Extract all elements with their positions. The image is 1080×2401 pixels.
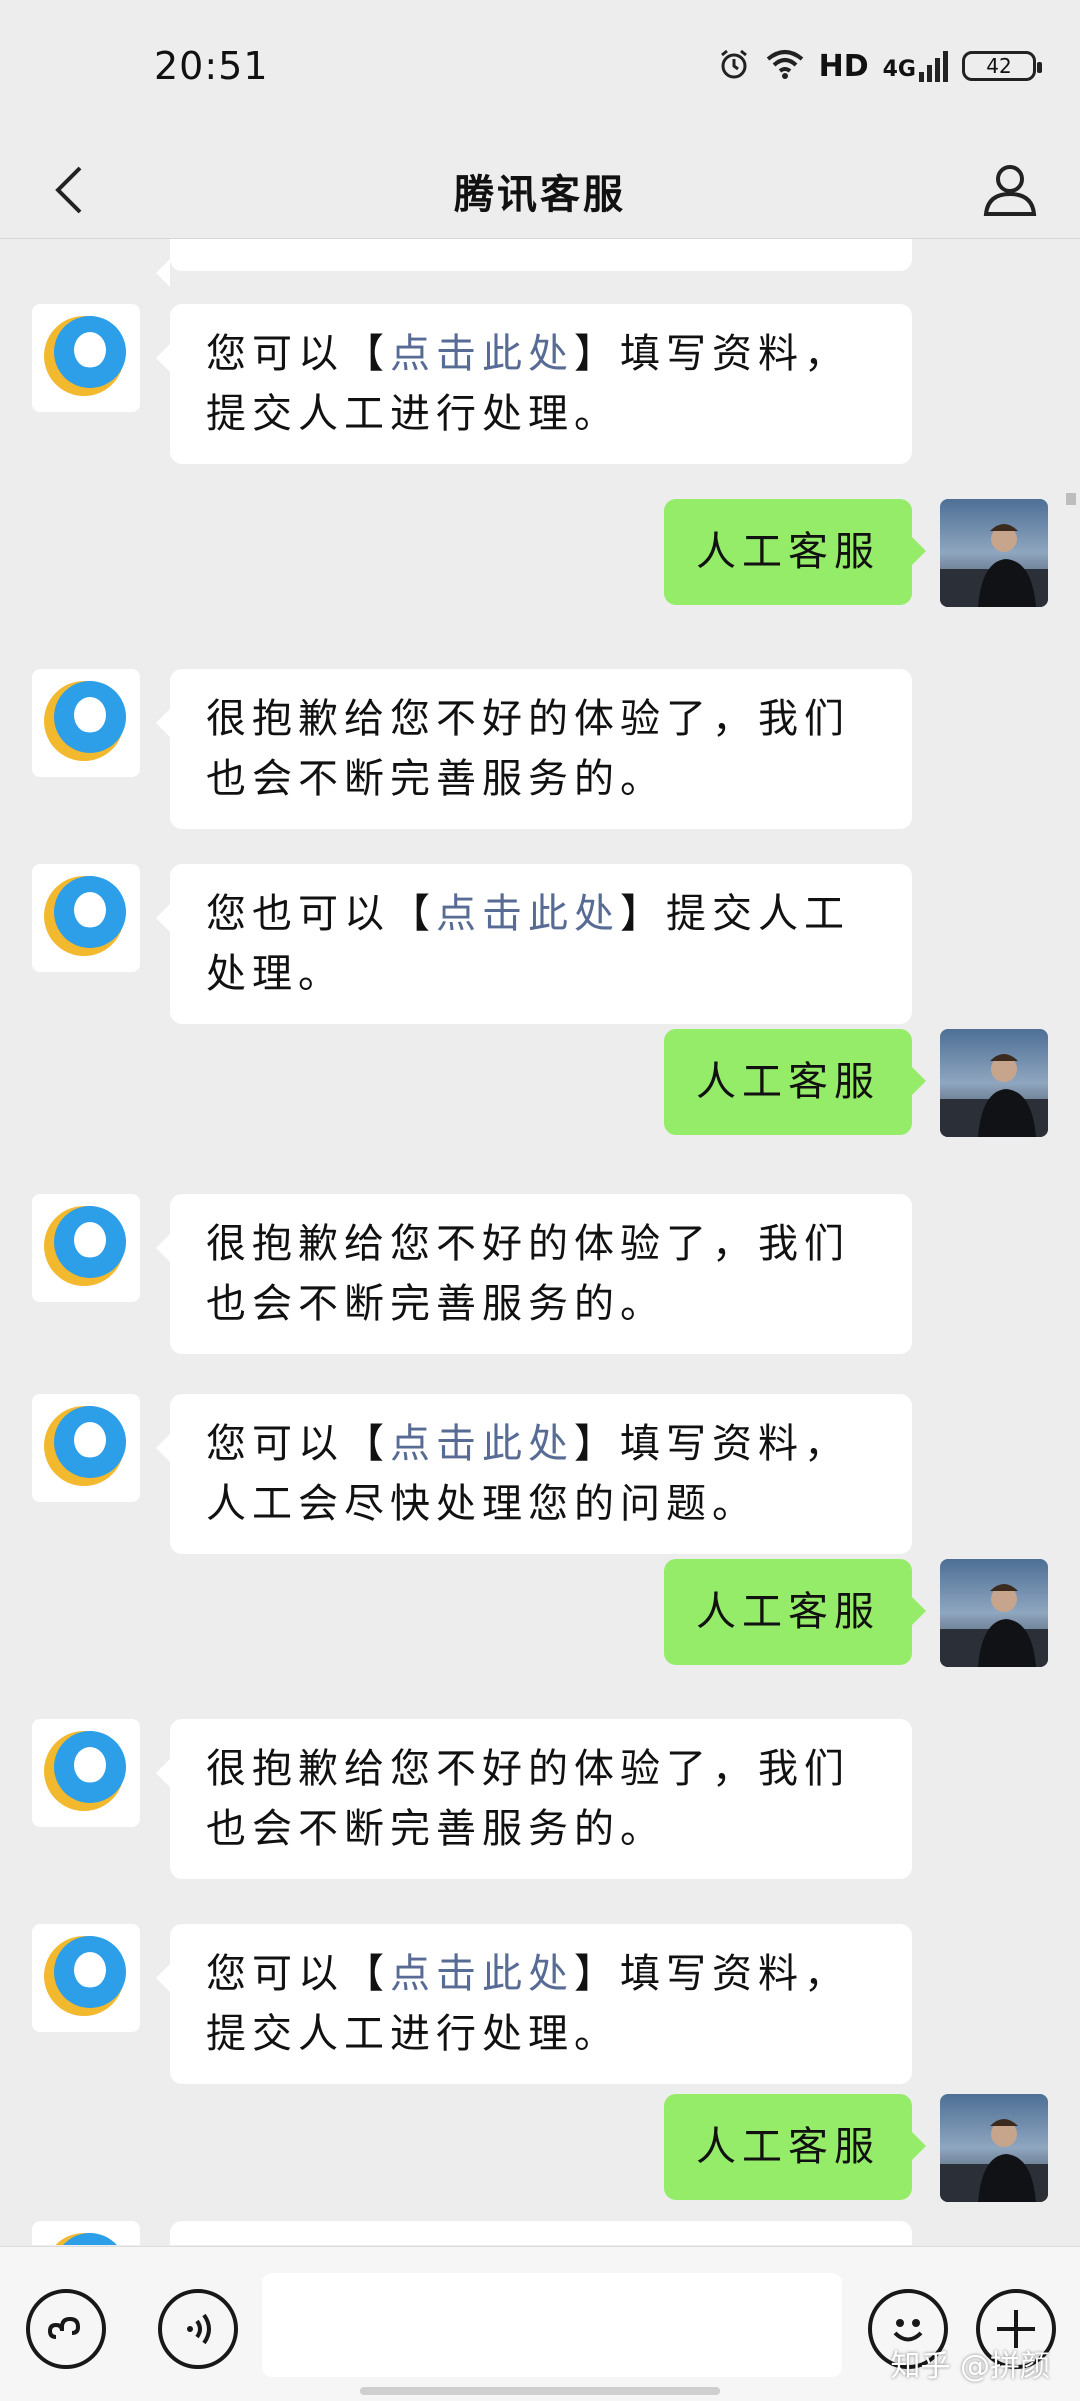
qq-service-icon xyxy=(44,681,126,761)
message-bubble-received[interactable]: 您也可以【点击此处】提交人工处理。 xyxy=(156,864,912,1024)
user-photo-icon xyxy=(940,2094,1048,2202)
bot-avatar[interactable] xyxy=(32,2221,140,2245)
signal-label: 4G xyxy=(882,57,916,82)
user-avatar[interactable] xyxy=(940,1029,1048,1137)
bot-avatar[interactable] xyxy=(32,1394,140,1502)
qq-service-icon xyxy=(44,1731,126,1811)
qq-service-icon xyxy=(44,876,126,956)
message-text: 很抱歉给您不好的体验了，我们也会不断完善服务的。 xyxy=(206,696,850,802)
click-here-link[interactable]: 点击此处 xyxy=(436,891,620,937)
battery-level: 42 xyxy=(986,54,1012,78)
status-time: 20:51 xyxy=(154,44,269,88)
click-here-link[interactable]: 点击此处 xyxy=(390,331,574,377)
click-here-link[interactable]: 点击此处 xyxy=(390,1421,574,1467)
qq-service-icon xyxy=(44,316,126,396)
user-profile-icon xyxy=(983,165,1037,216)
qq-service-icon xyxy=(44,1936,126,2016)
click-here-link[interactable]: 点击此处 xyxy=(390,1951,574,1997)
message-text: 您可以【 xyxy=(206,1951,390,1997)
message-text: 您可以【 xyxy=(206,1421,390,1467)
bot-avatar[interactable] xyxy=(32,1924,140,2032)
user-avatar[interactable] xyxy=(940,2094,1048,2202)
home-indicator[interactable] xyxy=(360,2387,720,2395)
page-title: 腾讯客服 xyxy=(454,172,626,218)
message-bubble-sent[interactable]: 人工客服 xyxy=(664,1029,926,1135)
message-bubble-sent[interactable]: 人工客服 xyxy=(664,2094,926,2200)
user-avatar[interactable] xyxy=(940,499,1048,607)
mini-program-icon xyxy=(47,2316,81,2339)
message-bubble-sent[interactable]: 人工客服 xyxy=(664,499,926,605)
user-photo-icon xyxy=(940,1029,1048,1137)
battery-icon: 42 xyxy=(962,51,1042,81)
watermark: 知乎 @拼颜 xyxy=(890,2349,1050,2384)
alarm-icon xyxy=(717,47,751,85)
message-bubble-received[interactable]: 很抱歉给您不好的体验了，我们也会不断完善服务的。 xyxy=(156,1194,912,1354)
bot-avatar[interactable] xyxy=(32,669,140,777)
bot-avatar[interactable] xyxy=(32,864,140,972)
message-bubble-sent[interactable]: 人工客服 xyxy=(664,1559,926,1665)
message-bubble-partial xyxy=(156,239,912,287)
network-type: HD xyxy=(818,48,869,84)
profile-button[interactable] xyxy=(970,150,1050,230)
bot-avatar[interactable] xyxy=(32,1719,140,1827)
message-bubble-received[interactable]: 很抱歉给您不好的体验了，我们也会不断完善服务的。 xyxy=(156,1719,912,1879)
voice-button[interactable] xyxy=(158,2289,238,2369)
user-avatar[interactable] xyxy=(940,1559,1048,1667)
wifi-icon xyxy=(765,48,805,84)
message-text: 您可以【 xyxy=(206,331,390,377)
chat-area[interactable]: 您可以【点击此处】填写资料，提交人工进行处理。 人工客服 很抱歉给您不好的体验了，我… xyxy=(0,239,1080,2245)
signal-icon: 4G xyxy=(883,50,948,82)
title-bar: 腾讯客服 xyxy=(0,140,1080,239)
message-bubble-received[interactable]: 您可以【点击此处】填写资料，提交人工进行处理。 xyxy=(156,304,912,464)
qq-service-icon xyxy=(44,1206,126,1286)
user-photo-icon xyxy=(940,499,1048,607)
scrollbar-thumb[interactable] xyxy=(1066,493,1076,505)
message-bubble-partial xyxy=(170,2221,912,2245)
mini-program-button[interactable] xyxy=(26,2289,106,2369)
status-bar: 20:51 HD 4G 42 xyxy=(0,0,1080,140)
message-text: 很抱歉给您不好的体验了，我们也会不断完善服务的。 xyxy=(206,1746,850,1852)
input-bar: 知乎 @拼颜 xyxy=(0,2246,1080,2401)
message-bubble-received[interactable]: 很抱歉给您不好的体验了，我们也会不断完善服务的。 xyxy=(156,669,912,829)
qq-service-icon xyxy=(55,2233,117,2245)
message-text: 很抱歉给您不好的体验了，我们也会不断完善服务的。 xyxy=(206,1221,850,1327)
user-photo-icon xyxy=(940,1559,1048,1667)
message-bubble-received[interactable]: 您可以【点击此处】填写资料，提交人工进行处理。 xyxy=(156,1924,912,2084)
message-bubble-received[interactable]: 您可以【点击此处】填写资料，人工会尽快处理您的问题。 xyxy=(156,1394,912,1554)
qq-service-icon xyxy=(44,1406,126,1486)
message-input[interactable] xyxy=(262,2273,842,2377)
message-text: 您也可以【 xyxy=(206,891,436,937)
status-icons: HD 4G 42 xyxy=(717,44,1042,88)
voice-icon xyxy=(187,2313,211,2345)
bot-avatar[interactable] xyxy=(32,304,140,412)
bot-avatar[interactable] xyxy=(32,1194,140,1302)
